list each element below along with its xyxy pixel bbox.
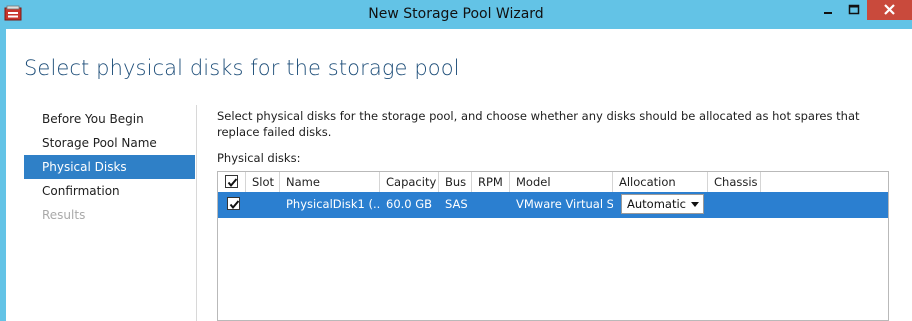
cell-name: PhysicalDisk1 (... (286, 197, 380, 211)
minimize-icon (824, 12, 832, 14)
column-header-rpm[interactable]: RPM (472, 172, 510, 192)
nav-item-results: Results (42, 208, 86, 222)
column-header-model[interactable]: Model (510, 172, 613, 192)
column-header-bus[interactable]: Bus (439, 172, 472, 192)
minimize-button[interactable] (815, 0, 841, 20)
nav-divider (196, 105, 197, 321)
cell-chassis (708, 192, 761, 218)
page-description: Select physical disks for the storage po… (217, 109, 860, 139)
title-bar: New Storage Pool Wizard (0, 0, 912, 29)
grid-header: Slot Name Capacity Bus RPM Model Allocat… (218, 172, 888, 192)
row-select-checkbox[interactable] (227, 197, 240, 210)
nav-item-before-you-begin[interactable]: Before You Begin (24, 107, 195, 131)
allocation-dropdown[interactable]: Automatic (621, 194, 704, 214)
checkmark-icon (227, 178, 238, 188)
chevron-down-icon (691, 202, 699, 207)
column-header-name[interactable]: Name (280, 172, 380, 192)
close-button[interactable] (867, 0, 912, 20)
allocation-value: Automatic (627, 197, 686, 211)
table-row[interactable]: PhysicalDisk1 (... 60.0 GB SAS VMware Vi… (218, 192, 888, 218)
nav-item-physical-disks[interactable]: Physical Disks (24, 155, 195, 179)
page-title: Select physical disks for the storage po… (24, 56, 460, 80)
column-header-capacity[interactable]: Capacity (380, 172, 439, 192)
physical-disks-label: Physical disks: (217, 151, 301, 165)
select-all-checkbox[interactable] (225, 175, 238, 188)
column-header-chassis[interactable]: Chassis (708, 172, 761, 192)
maximize-button[interactable] (841, 0, 867, 20)
nav-item-storage-pool-name[interactable]: Storage Pool Name (24, 131, 195, 155)
cell-model: VMware Virtual S (516, 197, 613, 211)
close-icon (884, 4, 895, 15)
cell-slot (246, 192, 280, 218)
cell-bus: SAS (445, 197, 468, 211)
checkmark-icon (229, 200, 240, 210)
column-header-allocation[interactable]: Allocation (613, 172, 708, 192)
physical-disks-grid: Slot Name Capacity Bus RPM Model Allocat… (217, 171, 889, 321)
wizard-nav: Before You Begin Storage Pool Name Physi… (24, 107, 195, 227)
cell-rpm (472, 192, 510, 218)
nav-item-confirmation[interactable]: Confirmation (24, 179, 195, 203)
column-header-slot[interactable]: Slot (246, 172, 280, 192)
wizard-body: Select physical disks for the storage po… (6, 29, 912, 321)
header-select-cell (218, 172, 246, 192)
maximize-icon (848, 4, 860, 15)
window-title: New Storage Pool Wizard (368, 6, 544, 22)
cell-capacity: 60.0 GB (386, 197, 433, 211)
